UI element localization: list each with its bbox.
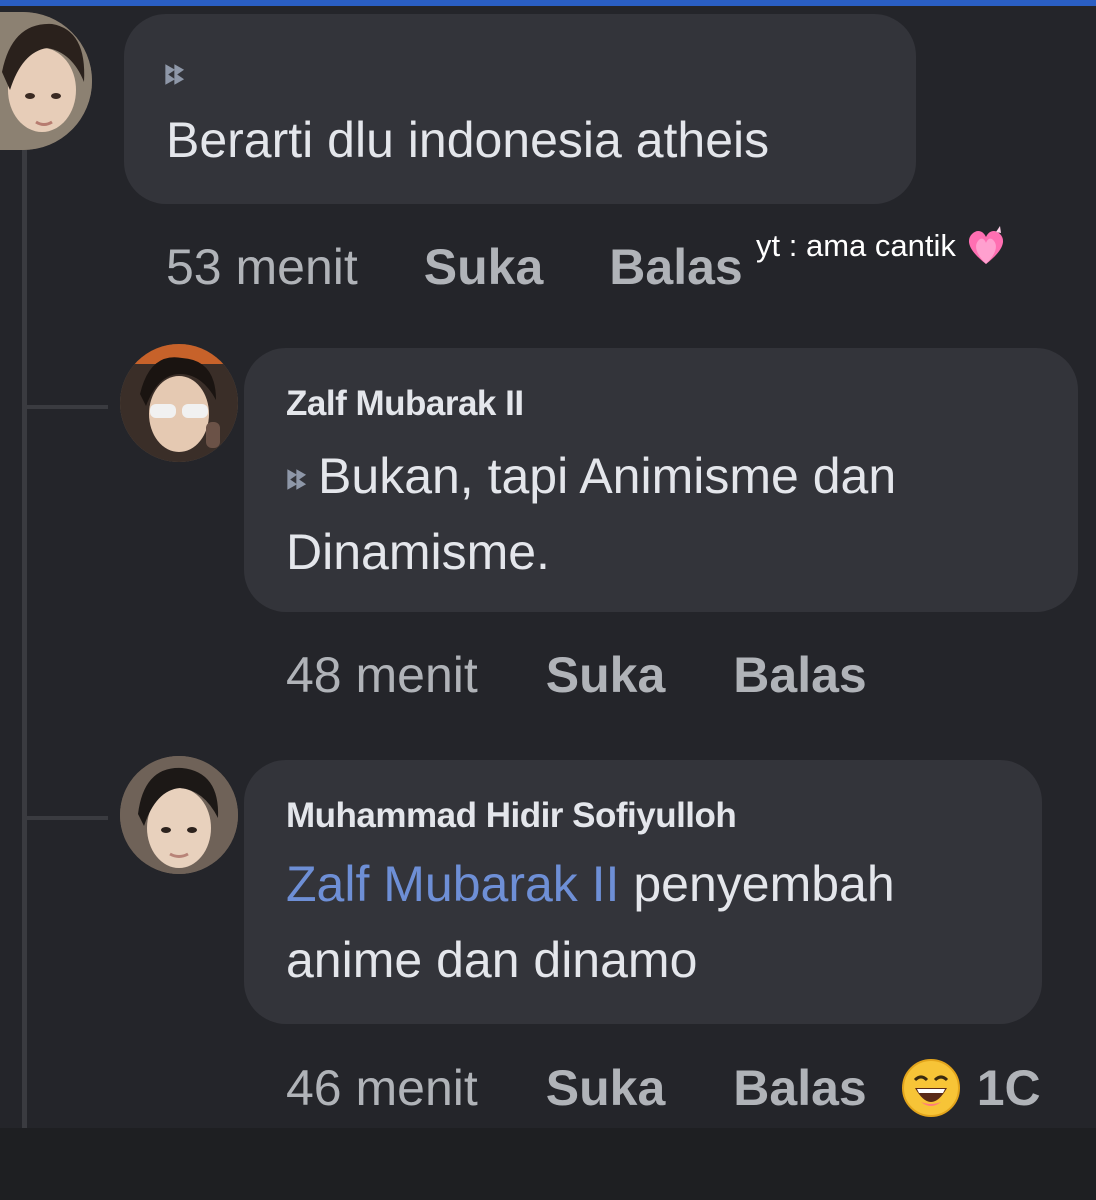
comment-actions: 46 menit Suka Balas 1C	[286, 1058, 1041, 1118]
comment-text-line-1: Zalf Mubarak II penyembah	[286, 846, 895, 922]
comment-text-line-1: ꔪꔪ Bukan, tapi Animisme dan	[286, 438, 896, 518]
comment-text-line-2: anime dan dinamo	[286, 932, 698, 988]
comment-time: 48 menit	[286, 647, 478, 703]
comment-text: Bukan, tapi Animisme dan	[318, 448, 897, 504]
mention-link[interactable]: Zalf Mubarak II	[286, 856, 619, 912]
watermark: yt : ama cantik	[756, 226, 1008, 266]
comment-author[interactable]: Muhammad Hidir Sofiyulloh	[286, 796, 737, 836]
like-button[interactable]: Suka	[546, 1059, 666, 1117]
reply-connector-line	[26, 816, 108, 820]
avatar[interactable]	[120, 344, 238, 462]
avatar[interactable]	[120, 756, 238, 874]
comment-actions: 53 menit Suka Balas	[166, 238, 743, 296]
reply-button[interactable]: Balas	[733, 1059, 866, 1117]
comment-text: Berarti dlu indonesia atheis	[166, 112, 770, 168]
emoji-glyph: ꔪꔪ	[286, 464, 307, 495]
comment-text: penyembah	[619, 856, 895, 912]
reply-connector-line	[26, 405, 108, 409]
reply-button[interactable]: Balas	[609, 238, 742, 296]
reaction-count: 1C	[976, 1060, 1041, 1116]
comment-bubble: ꔪꔪ Berarti dlu indonesia atheis	[124, 14, 916, 204]
comment-time: 53 menit	[166, 239, 358, 295]
heart-emoji-icon	[968, 226, 1003, 264]
comment-time: 46 menit	[286, 1060, 478, 1116]
comment-actions: 48 menit Suka Balas	[286, 646, 867, 704]
reaction-summary[interactable]: 1C	[901, 1058, 1041, 1118]
like-button[interactable]: Suka	[424, 238, 544, 296]
thread-connector-line	[22, 150, 27, 1128]
watermark-text: yt : ama cantik	[756, 228, 956, 263]
comment-bubble: Muhammad Hidir Sofiyulloh Zalf Mubarak I…	[244, 760, 1042, 1024]
comment-author[interactable]: Zalf Mubarak II	[286, 384, 524, 424]
comment-text-line-2: Dinamisme.	[286, 524, 550, 580]
bottom-bar	[0, 1128, 1096, 1200]
reply-button[interactable]: Balas	[733, 646, 866, 704]
like-button[interactable]: Suka	[546, 646, 666, 704]
comment-bubble: Zalf Mubarak II ꔪꔪ Bukan, tapi Animisme d…	[244, 348, 1078, 612]
emoji-glyph: ꔪꔪ	[164, 60, 185, 90]
laughing-emoji-icon	[901, 1059, 960, 1117]
